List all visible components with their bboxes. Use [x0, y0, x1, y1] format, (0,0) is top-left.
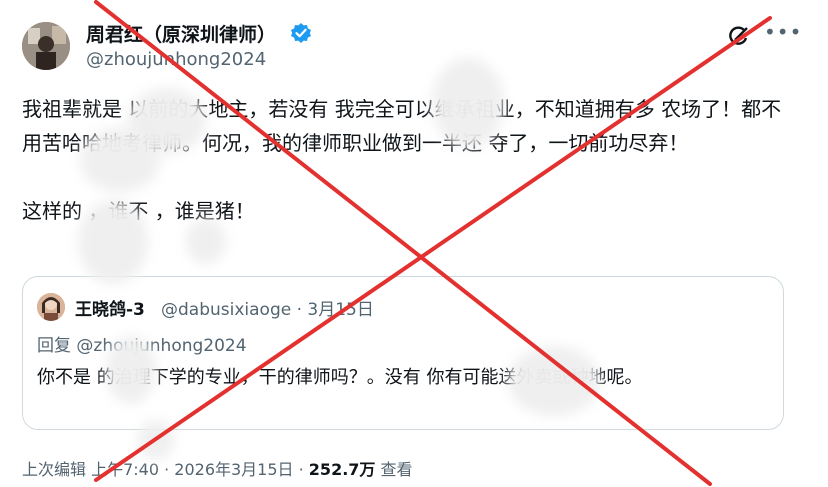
more-icon[interactable]: •••: [764, 20, 802, 44]
quoted-display-name: 王晓鸽-3: [75, 300, 145, 320]
redaction-blur: [106, 336, 156, 404]
author-display-name[interactable]: 周君红（原深圳律师）: [86, 20, 276, 47]
views-label: 查看: [375, 460, 413, 479]
redaction-blur: [432, 58, 504, 148]
edited-timestamp[interactable]: 上次编辑 上午7:40 · 2026年3月15日 ·: [22, 460, 309, 479]
redaction-blur: [508, 346, 600, 416]
verified-badge-icon: [290, 22, 312, 44]
grok-icon[interactable]: [728, 25, 750, 47]
quoted-author-avatar: [37, 293, 65, 321]
redaction-blur: [78, 200, 148, 284]
tweet-footer: 上次编辑 上午7:40 · 2026年3月15日 · 252.7万 查看: [22, 456, 413, 480]
quoted-handle-date: @dabusixiaoge · 3月15日: [161, 300, 374, 320]
view-count: 252.7万: [308, 460, 376, 479]
redaction-blur: [80, 128, 160, 192]
author-handle[interactable]: @zhoujunhong2024: [86, 49, 266, 70]
redaction-blur: [186, 218, 226, 264]
redaction-blur: [138, 420, 174, 460]
author-avatar[interactable]: [22, 22, 70, 70]
